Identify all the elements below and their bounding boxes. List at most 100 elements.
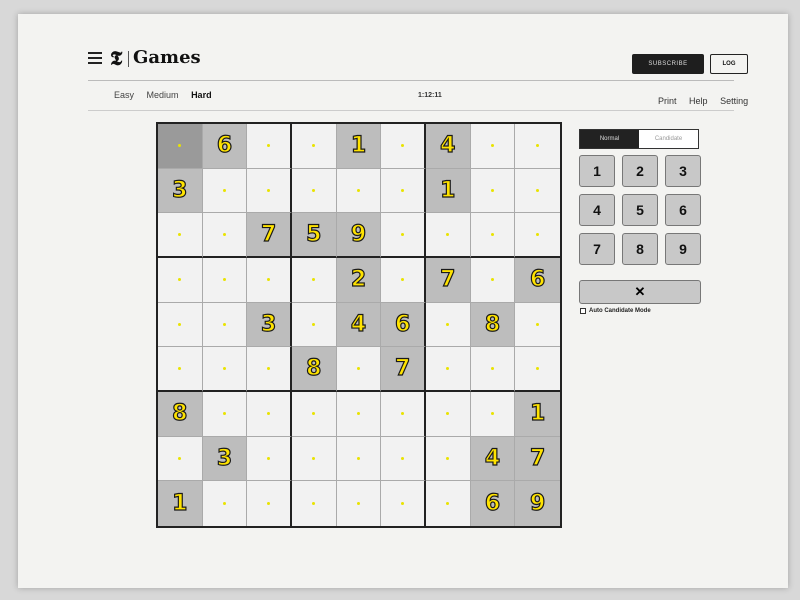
- auto-candidate-checkbox[interactable]: [580, 308, 586, 314]
- candidate-mode-button[interactable]: Candidate: [639, 130, 698, 148]
- cell-r6-c9[interactable]: [515, 347, 560, 392]
- cell-r1-c4[interactable]: [292, 124, 337, 169]
- cell-r4-c7[interactable]: 7: [426, 258, 471, 303]
- cell-r4-c5[interactable]: 2: [336, 258, 382, 303]
- games-logo-text[interactable]: Games: [133, 47, 201, 68]
- erase-button[interactable]: ✕: [579, 280, 701, 304]
- cell-r2-c1[interactable]: 3: [158, 168, 203, 214]
- cell-r9-c1[interactable]: 1: [158, 481, 203, 526]
- cell-r6-c8[interactable]: [470, 347, 516, 392]
- cell-r9-c9[interactable]: 9: [515, 481, 560, 526]
- subscribe-button[interactable]: SUBSCRIBE: [632, 54, 704, 74]
- cell-r7-c2[interactable]: [202, 392, 248, 437]
- normal-mode-button[interactable]: Normal: [580, 130, 639, 148]
- nyt-logo-icon[interactable]: 𝕿: [110, 46, 122, 70]
- cell-r6-c5[interactable]: [336, 347, 382, 392]
- difficulty-hard[interactable]: Hard: [191, 90, 212, 100]
- cell-r3-c7[interactable]: [426, 213, 471, 258]
- cell-r5-c2[interactable]: [202, 302, 248, 348]
- cell-r1-c9[interactable]: [515, 124, 560, 169]
- cell-r3-c3[interactable]: 7: [247, 213, 292, 258]
- help-link[interactable]: Help: [689, 96, 708, 106]
- cell-r8-c4[interactable]: [292, 436, 337, 482]
- cell-r2-c3[interactable]: [247, 168, 292, 214]
- cell-r3-c4[interactable]: 5: [292, 213, 337, 258]
- cell-r3-c2[interactable]: [202, 213, 248, 258]
- cell-r9-c7[interactable]: [426, 481, 471, 526]
- cell-r9-c2[interactable]: [203, 481, 248, 526]
- cell-r9-c3[interactable]: [247, 481, 292, 526]
- login-button[interactable]: LOG: [710, 54, 748, 74]
- cell-r4-c3[interactable]: [247, 258, 292, 303]
- cell-r6-c7[interactable]: [426, 347, 471, 392]
- difficulty-easy[interactable]: Easy: [114, 90, 134, 100]
- cell-r1-c1[interactable]: [158, 124, 203, 169]
- cell-r7-c1[interactable]: 8: [158, 392, 203, 437]
- key-3[interactable]: 3: [665, 155, 701, 187]
- cell-r7-c7[interactable]: [426, 392, 471, 437]
- cell-r7-c9[interactable]: 1: [515, 392, 560, 437]
- cell-r5-c3[interactable]: 3: [247, 302, 292, 348]
- cell-r2-c2[interactable]: [202, 168, 248, 214]
- cell-r5-c6[interactable]: 6: [381, 302, 426, 348]
- cell-r8-c9[interactable]: 7: [515, 436, 560, 482]
- cell-r5-c5[interactable]: 4: [336, 302, 382, 348]
- key-7[interactable]: 7: [579, 233, 615, 265]
- cell-r6-c6[interactable]: 7: [381, 347, 426, 392]
- cell-r6-c2[interactable]: [202, 347, 248, 392]
- cell-r6-c3[interactable]: [247, 347, 292, 392]
- cell-r5-c7[interactable]: [426, 302, 471, 348]
- cell-r7-c6[interactable]: [381, 392, 426, 437]
- cell-r9-c8[interactable]: 6: [470, 481, 516, 526]
- cell-r9-c5[interactable]: [337, 481, 382, 526]
- cell-r3-c9[interactable]: [515, 213, 560, 258]
- cell-r8-c3[interactable]: [247, 436, 292, 482]
- cell-r5-c4[interactable]: [292, 302, 337, 348]
- cell-r7-c3[interactable]: [247, 392, 292, 437]
- game-timer[interactable]: 1:12:11: [418, 92, 442, 99]
- cell-r8-c7[interactable]: [426, 436, 471, 482]
- cell-r1-c3[interactable]: [247, 124, 292, 169]
- hamburger-icon[interactable]: [88, 52, 102, 64]
- key-5[interactable]: 5: [622, 194, 658, 226]
- cell-r2-c7[interactable]: 1: [426, 168, 471, 214]
- cell-r8-c8[interactable]: 4: [470, 436, 516, 482]
- cell-r4-c1[interactable]: [158, 258, 203, 303]
- cell-r3-c6[interactable]: [381, 213, 426, 258]
- key-9[interactable]: 9: [665, 233, 701, 265]
- print-link[interactable]: Print: [658, 96, 677, 106]
- cell-r8-c1[interactable]: [158, 436, 203, 482]
- cell-r2-c4[interactable]: [292, 168, 337, 214]
- cell-r5-c8[interactable]: 8: [470, 302, 516, 348]
- cell-r4-c2[interactable]: [202, 258, 248, 303]
- cell-r4-c4[interactable]: [292, 258, 337, 303]
- cell-r7-c5[interactable]: [336, 392, 382, 437]
- auto-candidate-toggle[interactable]: Auto Candidate Mode: [580, 308, 651, 314]
- cell-r6-c1[interactable]: [158, 347, 203, 392]
- cell-r1-c8[interactable]: [470, 124, 516, 169]
- cell-r7-c4[interactable]: [292, 392, 337, 437]
- settings-link[interactable]: Setting: [720, 96, 748, 106]
- key-2[interactable]: 2: [622, 155, 658, 187]
- cell-r9-c4[interactable]: [292, 481, 337, 526]
- cell-r1-c2[interactable]: 6: [202, 124, 248, 169]
- cell-r3-c8[interactable]: [470, 213, 516, 258]
- cell-r6-c4[interactable]: 8: [292, 347, 337, 392]
- cell-r1-c5[interactable]: 1: [336, 124, 382, 169]
- cell-r2-c8[interactable]: [470, 168, 516, 214]
- cell-r3-c1[interactable]: [158, 213, 203, 258]
- key-6[interactable]: 6: [665, 194, 701, 226]
- key-4[interactable]: 4: [579, 194, 615, 226]
- cell-r4-c9[interactable]: 6: [515, 258, 560, 303]
- cell-r1-c6[interactable]: [381, 124, 426, 169]
- cell-r7-c8[interactable]: [470, 392, 516, 437]
- difficulty-medium[interactable]: Medium: [147, 90, 179, 100]
- cell-r9-c6[interactable]: [381, 481, 426, 526]
- cell-r8-c2[interactable]: 3: [202, 436, 248, 482]
- cell-r2-c6[interactable]: [381, 168, 426, 214]
- cell-r4-c6[interactable]: [381, 258, 426, 303]
- cell-r5-c9[interactable]: [515, 303, 560, 348]
- cell-r3-c5[interactable]: 9: [336, 213, 382, 258]
- cell-r4-c8[interactable]: [470, 258, 516, 303]
- cell-r1-c7[interactable]: 4: [426, 124, 471, 169]
